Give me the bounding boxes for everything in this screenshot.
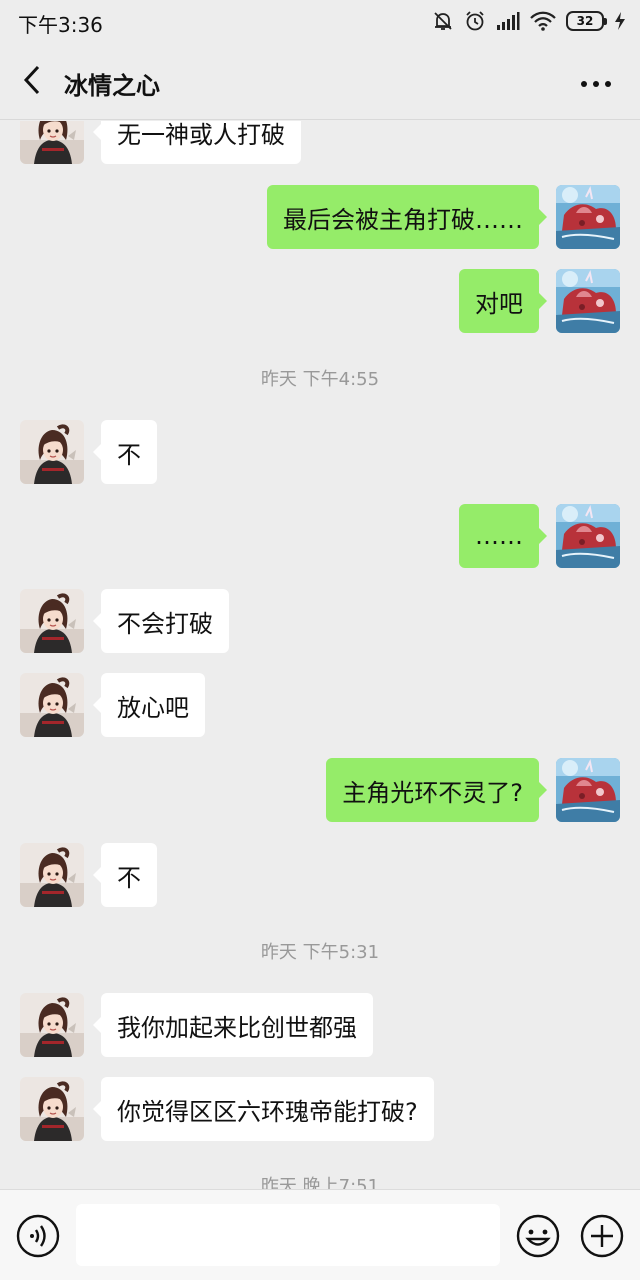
message-bubble[interactable]: 对吧 [459,269,547,333]
avatar[interactable] [20,843,84,907]
avatar[interactable] [556,504,620,568]
smiley-icon [516,1214,560,1258]
voice-input-button[interactable] [16,1214,60,1258]
emoji-button[interactable] [516,1214,560,1258]
message-bubble[interactable]: 最后会被主角打破…… [267,185,547,249]
signal-icon [496,11,520,31]
more-dots-icon [580,73,612,92]
timestamp: 昨天 晚上7:51 [260,1176,380,1189]
title-bar: 冰情之心 [0,44,640,120]
battery-indicator: 32 [566,11,607,31]
message-bubble[interactable]: 你觉得区区六环瑰帝能打破? [93,1077,434,1141]
message-bubble[interactable]: 无一神或人打破 [93,121,301,164]
message-bubble[interactable]: 不 [93,420,157,484]
status-time: 下午3:36 [18,13,103,37]
charging-icon [614,11,626,31]
voice-icon [16,1214,60,1258]
timestamp: 昨天 下午5:31 [260,942,380,963]
avatar[interactable] [556,758,620,822]
more-actions-button[interactable] [580,1214,624,1258]
avatar[interactable] [20,121,84,164]
message-input[interactable] [76,1204,500,1266]
back-button[interactable] [14,64,50,100]
message-bubble[interactable]: 不会打破 [93,589,229,653]
avatar[interactable] [556,269,620,333]
mute-bell-icon [432,10,454,32]
message-bubble[interactable]: 放心吧 [93,673,205,737]
status-icons: 32 [432,8,626,34]
message-bubble[interactable]: 主角光环不灵了? [326,758,547,822]
message-bubble[interactable]: 我你加起来比创世都强 [93,993,373,1057]
more-options-button[interactable] [574,64,618,100]
plus-icon [580,1214,624,1258]
timestamp: 昨天 下午4:55 [260,369,380,390]
message-bubble[interactable]: …… [459,504,547,568]
avatar[interactable] [20,589,84,653]
message-list[interactable]: 无一神或人打破 最后会被主角打破…… 对吧 昨天 下午4:55 不 …… 不会打… [0,121,640,1189]
avatar[interactable] [20,993,84,1057]
avatar[interactable] [556,185,620,249]
status-bar: 下午3:36 32 [0,0,640,44]
input-bar [0,1189,640,1280]
avatar[interactable] [20,673,84,737]
message-bubble[interactable]: 不 [93,843,157,907]
chat-title: 冰情之心 [64,72,160,100]
alarm-icon [464,10,486,32]
chevron-left-icon [22,64,42,100]
wifi-icon [530,11,556,31]
avatar[interactable] [20,1077,84,1141]
avatar[interactable] [20,420,84,484]
